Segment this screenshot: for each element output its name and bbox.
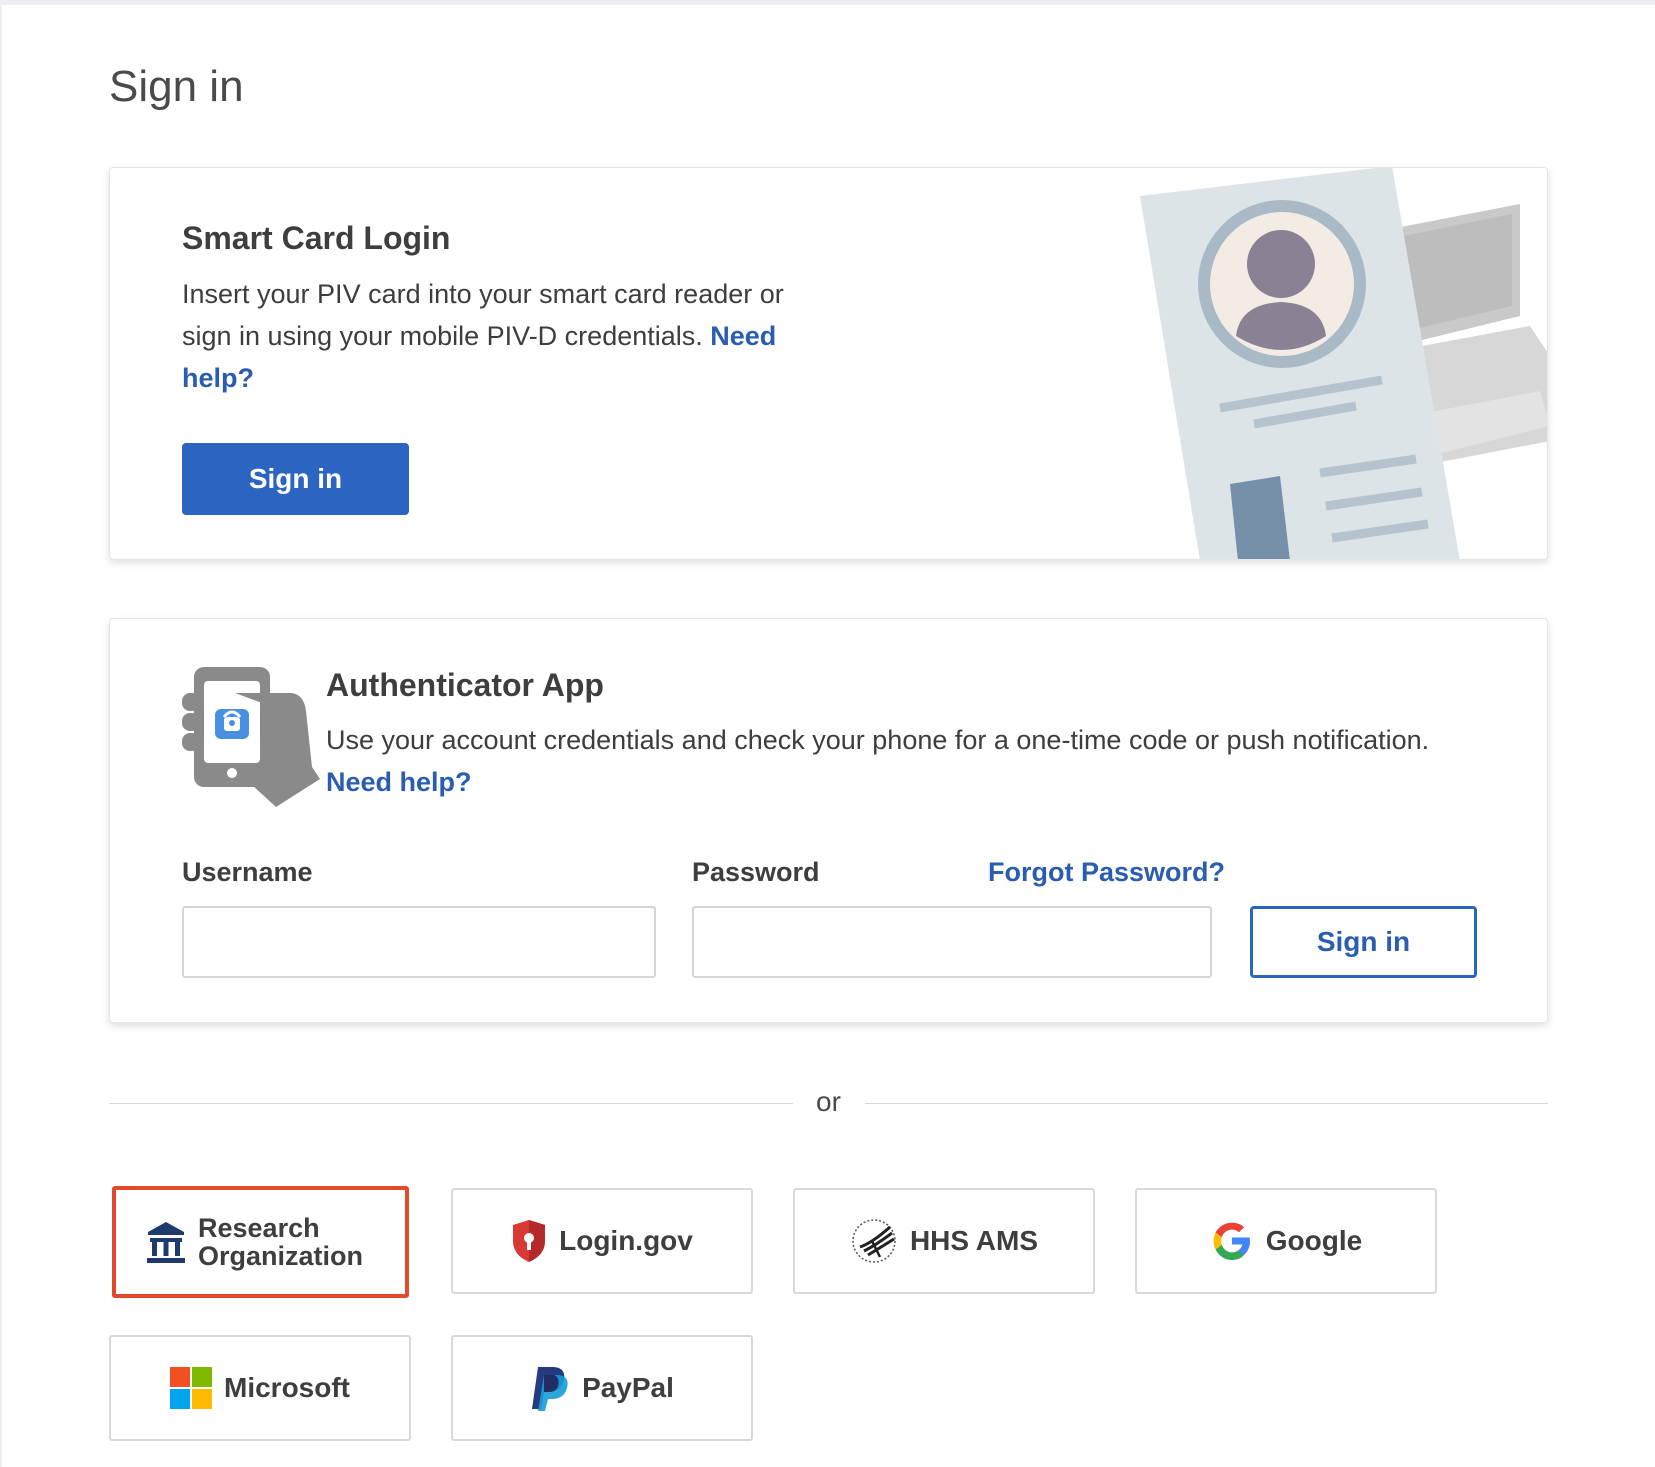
authenticator-sign-in-button[interactable]: Sign in [1250,906,1477,978]
provider-login-gov-button[interactable]: Login.gov [451,1188,753,1294]
divider-line-right [865,1103,1548,1104]
provider-research-organization-label: Research Organization [198,1214,363,1270]
password-label: Password [692,857,820,887]
password-input[interactable] [692,906,1212,978]
label-line-2: Organization [198,1241,364,1271]
username-label: Username [182,857,313,887]
top-border [0,0,1655,5]
id-card-illustration [1140,168,1547,559]
label-line-1: Research [198,1213,320,1243]
smart-card-sign-in-button[interactable]: Sign in [182,443,409,515]
authenticator-title: Authenticator App [326,667,604,703]
phone-in-hand-icon [182,667,320,807]
forgot-password-link[interactable]: Forgot Password? [988,857,1225,888]
provider-microsoft-label: Microsoft [224,1372,350,1403]
paypal-icon [532,1367,568,1411]
institution-icon [147,1222,185,1263]
provider-google-button[interactable]: Google [1135,1188,1437,1294]
authenticator-help-link[interactable]: Need help? [326,767,472,797]
authenticator-description-text: Use your account credentials and check y… [326,725,1430,755]
smart-card-description: Insert your PIV card into your smart car… [182,273,802,399]
provider-hhs-ams-label: HHS AMS [909,1225,1039,1256]
provider-google-label: Google [1265,1225,1363,1256]
authenticator-description: Use your account credentials and check y… [326,719,1506,803]
microsoft-icon [170,1367,212,1409]
divider-line-left [109,1103,793,1104]
or-divider-label: or [816,1086,841,1117]
provider-hhs-ams-button[interactable]: HHS AMS [793,1188,1095,1294]
provider-paypal-button[interactable]: PayPal [451,1335,753,1441]
left-border [0,0,2,1467]
smart-card-login-card: Smart Card Login Insert your PIV card in… [109,167,1548,560]
login-gov-shield-icon [513,1220,546,1262]
authenticator-app-card: Authenticator App Use your account crede… [109,618,1548,1023]
smart-card-title: Smart Card Login [182,220,451,256]
provider-microsoft-button[interactable]: Microsoft [109,1335,411,1441]
page-title: Sign in [109,62,244,111]
username-input[interactable] [182,906,656,978]
provider-login-gov-label: Login.gov [559,1225,693,1256]
provider-research-organization-button[interactable]: Research Organization [112,1186,409,1298]
google-icon [1213,1222,1250,1260]
hhs-eagle-icon [852,1219,896,1263]
smart-card-description-text: Insert your PIV card into your smart car… [182,279,784,351]
provider-paypal-label: PayPal [582,1372,674,1403]
